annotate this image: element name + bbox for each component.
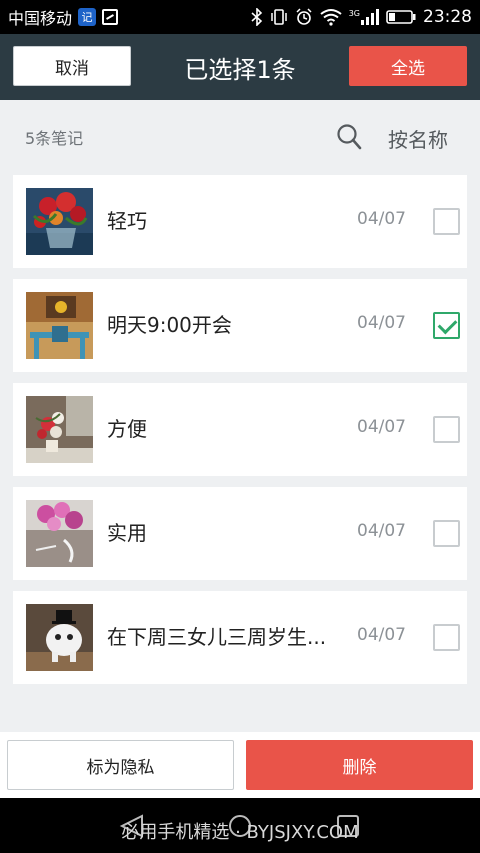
home-icon[interactable] (226, 812, 254, 840)
note-list: 轻巧 04/07 明天9:00开会 04/07 方便 04/07 实用 04/0… (13, 175, 467, 695)
toy-figure-image (26, 604, 93, 671)
system-nav-bar (0, 798, 480, 853)
alarm-icon (296, 8, 312, 25)
note-checkbox[interactable] (433, 416, 460, 443)
list-toolbar: 5条笔记 按名称 (0, 100, 480, 174)
note-item[interactable]: 实用 04/07 (13, 487, 467, 580)
page-title: 已选择1条 (184, 55, 296, 84)
status-bar: 中国移动 记 3G 23:28 (0, 0, 480, 34)
signal-indicator: 3G (349, 9, 379, 25)
cancel-button[interactable]: 取消 (13, 46, 131, 86)
note-date: 04/07 (357, 313, 406, 333)
bottom-action-bar: 标为隐私 删除 (0, 732, 480, 798)
search-icon[interactable] (336, 122, 362, 152)
note-date: 04/07 (357, 209, 406, 229)
title-bar: 取消 已选择1条 全选 (0, 34, 480, 100)
note-item[interactable]: 明天9:00开会 04/07 (13, 279, 467, 372)
note-checkbox[interactable] (433, 208, 460, 235)
note-title: 方便 (107, 417, 147, 441)
mark-private-button[interactable]: 标为隐私 (7, 740, 234, 790)
vibrate-icon (270, 9, 287, 25)
gallery-icon (102, 9, 119, 25)
pink-flowers-image (26, 500, 93, 567)
note-title: 轻巧 (107, 209, 147, 233)
cafe-table-image (26, 292, 93, 359)
battery-icon (386, 10, 416, 24)
delete-button[interactable]: 删除 (246, 740, 473, 790)
note-date: 04/07 (357, 625, 406, 645)
red-flowers-image (26, 188, 93, 255)
note-item[interactable]: 方便 04/07 (13, 383, 467, 476)
note-item[interactable]: 轻巧 04/07 (13, 175, 467, 268)
note-title: 明天9:00开会 (107, 313, 232, 337)
recent-apps-icon[interactable] (334, 812, 362, 840)
note-checkbox[interactable] (433, 520, 460, 547)
note-checkbox-checked[interactable] (433, 312, 460, 339)
note-checkbox[interactable] (433, 624, 460, 651)
sort-by-name-button[interactable]: 按名称 (388, 124, 448, 153)
note-item[interactable]: 在下周三女儿三周岁生... 04/07 (13, 591, 467, 684)
note-date: 04/07 (357, 521, 406, 541)
clock-time: 23:28 (423, 7, 472, 27)
bluetooth-icon (251, 8, 262, 26)
back-icon[interactable] (118, 812, 146, 840)
wifi-icon (320, 9, 342, 26)
network-type-label: 3G (348, 9, 360, 18)
carrier-label: 中国移动 (8, 9, 73, 28)
note-count: 5条笔记 (25, 129, 84, 148)
signal-icon (361, 9, 379, 25)
note-app-badge-icon: 记 (78, 8, 97, 26)
note-date: 04/07 (357, 417, 406, 437)
note-title: 在下周三女儿三周岁生... (107, 625, 327, 649)
select-all-button[interactable]: 全选 (349, 46, 467, 86)
note-title: 实用 (107, 521, 147, 545)
flower-vase-image (26, 396, 93, 463)
